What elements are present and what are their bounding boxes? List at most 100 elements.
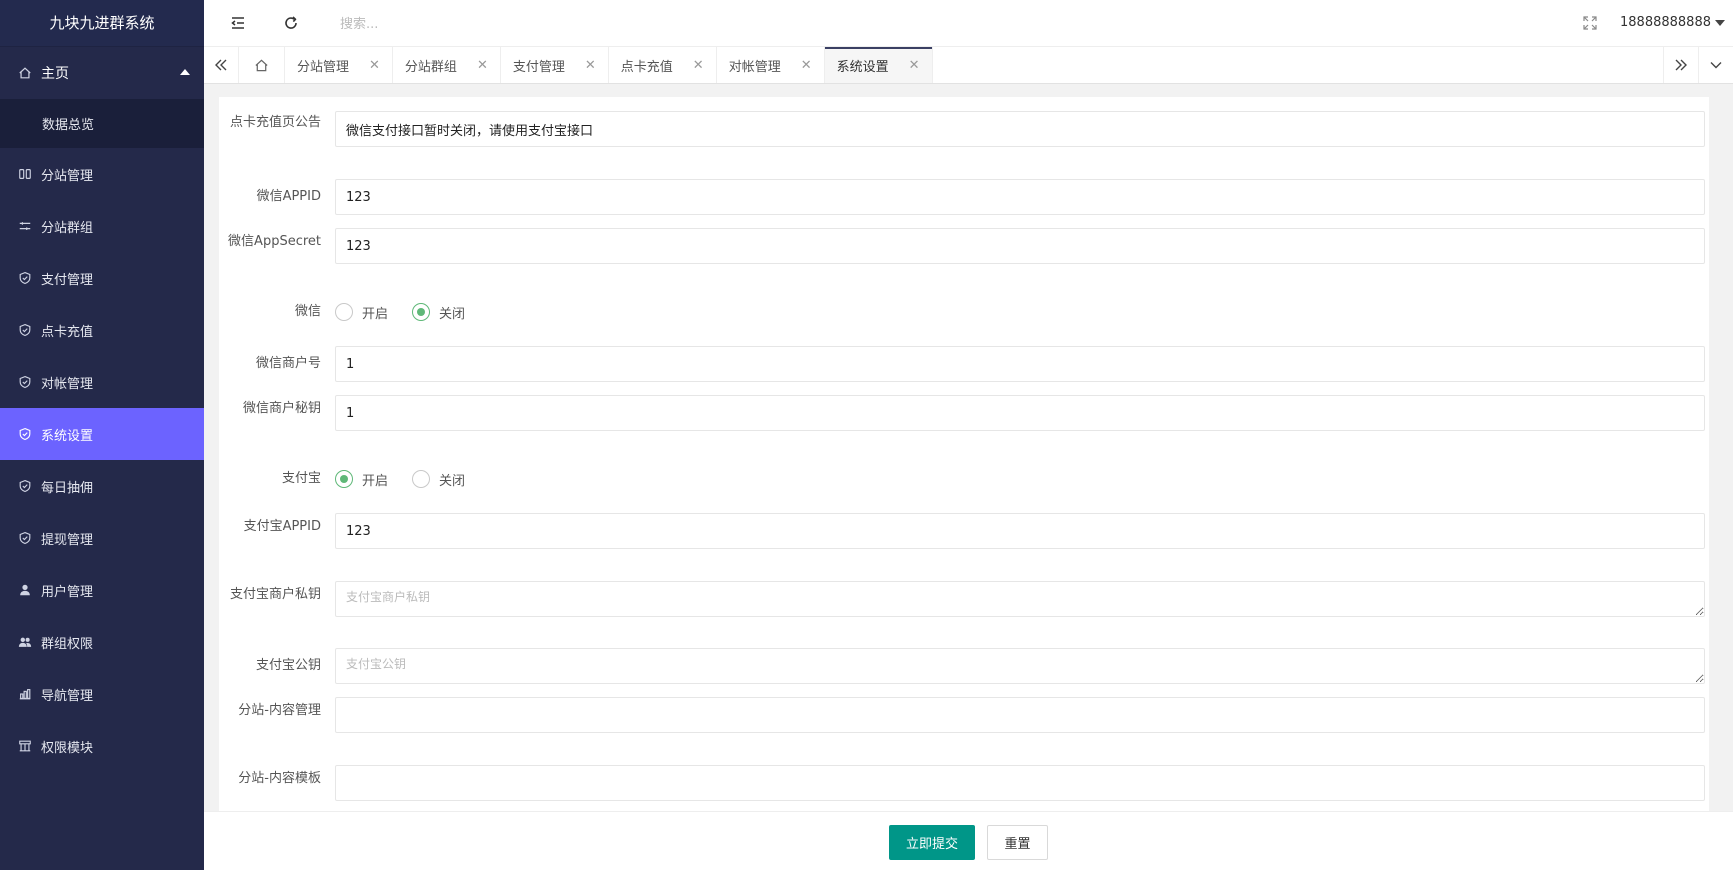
wechat-appid-input[interactable]: [335, 179, 1705, 215]
alipay-radio-on[interactable]: 开启: [335, 470, 388, 489]
field-label: 微信商户号: [255, 356, 321, 371]
shield-check-icon: [18, 323, 32, 337]
sidebar-item-reconciliation[interactable]: 对帐管理: [0, 356, 204, 408]
top-header: 18888888888: [204, 0, 1733, 47]
shield-check-icon: [18, 271, 32, 285]
alipay-public-key-textarea[interactable]: [335, 648, 1705, 684]
wechat-mch-id-input[interactable]: [335, 346, 1705, 382]
radio-label: 开启: [362, 473, 389, 489]
sidebar-item-label: 权限模块: [41, 740, 94, 756]
sidebar-item-label: 分站群组: [41, 220, 94, 236]
tab-label: 对帐管理: [728, 59, 781, 75]
submit-button[interactable]: 立即提交: [889, 825, 975, 860]
chart-icon: [18, 687, 32, 701]
notice-input[interactable]: [335, 111, 1705, 147]
settings-form: 点卡充值页公告 微信APPID 微信AppSecret 微信 开启 关闭 微信商…: [219, 97, 1709, 811]
menu-fold-icon[interactable]: [229, 14, 247, 32]
wechat-appsecret-input[interactable]: [335, 228, 1705, 264]
sidebar-item-label: 主页: [41, 66, 69, 82]
tab-system-settings[interactable]: 系统设置 ✕: [824, 47, 933, 83]
wechat-radio-group: 开启 关闭: [335, 302, 489, 322]
shield-check-icon: [18, 375, 32, 389]
sidebar-item-label: 点卡充值: [41, 324, 94, 340]
users-icon: [18, 635, 32, 649]
sidebar-item-label: 对帐管理: [41, 376, 94, 392]
tab-bar: 分站管理 ✕ 分站群组 ✕ 支付管理 ✕ 点卡充值 ✕ 对帐管理 ✕ 系统设置 …: [204, 47, 1733, 84]
close-icon[interactable]: ✕: [801, 58, 812, 73]
sidebar-item-label: 分站管理: [41, 168, 94, 184]
sidebar-item-label: 导航管理: [41, 688, 94, 704]
sidebar-item-label: 提现管理: [41, 532, 94, 548]
sidebar-item-permission-module[interactable]: 权限模块: [0, 720, 204, 772]
sidebar-item-label: 系统设置: [41, 428, 94, 444]
shield-check-icon: [18, 427, 32, 441]
sidebar-item-group-permission[interactable]: 群组权限: [0, 616, 204, 668]
field-label: 微信商户秘钥: [242, 401, 321, 416]
sidebar-item-card-recharge[interactable]: 点卡充值: [0, 304, 204, 356]
alipay-appid-input[interactable]: [335, 513, 1705, 549]
sidebar-item-home[interactable]: 主页: [0, 47, 204, 99]
tab-label: 支付管理: [512, 59, 565, 75]
tabs-menu-chevron-down-icon[interactable]: [1698, 47, 1733, 83]
reset-button[interactable]: 重置: [987, 825, 1048, 860]
search-input[interactable]: [340, 14, 640, 34]
close-icon[interactable]: ✕: [369, 58, 380, 73]
caret-up-icon[interactable]: [180, 69, 190, 75]
sidebar-item-substation-group[interactable]: 分站群组: [0, 200, 204, 252]
tab-payment[interactable]: 支付管理 ✕: [501, 47, 609, 83]
close-icon[interactable]: ✕: [585, 58, 596, 73]
tab-substation-manage[interactable]: 分站管理 ✕: [285, 47, 393, 83]
tabs-scroll-left-icon[interactable]: [204, 47, 239, 83]
field-label: 微信AppSecret: [228, 234, 321, 249]
shield-check-icon: [18, 531, 32, 545]
tab-card-recharge[interactable]: 点卡充值 ✕: [609, 47, 717, 83]
sidebar-item-withdrawal[interactable]: 提现管理: [0, 512, 204, 564]
sidebar-item-substation-manage[interactable]: 分站管理: [0, 148, 204, 200]
sidebar-item-label: 支付管理: [41, 272, 94, 288]
tab-label: 分站管理: [297, 59, 350, 75]
field-label: 支付宝公钥: [255, 658, 321, 673]
modules-icon: [18, 739, 32, 753]
tab-label: 系统设置: [836, 59, 889, 75]
tab-reconciliation[interactable]: 对帐管理 ✕: [717, 47, 825, 83]
content-template-input[interactable]: [335, 765, 1705, 801]
close-icon[interactable]: ✕: [477, 58, 488, 73]
sidebar-item-payment[interactable]: 支付管理: [0, 252, 204, 304]
tab-substation-group[interactable]: 分站群组 ✕: [393, 47, 501, 83]
sidebar-item-label: 群组权限: [41, 636, 94, 652]
shield-check-icon: [18, 479, 32, 493]
field-label: 支付宝APPID: [243, 519, 321, 534]
radio-circle: [412, 303, 431, 321]
refresh-icon[interactable]: [282, 14, 300, 32]
app-logo: 九块九进群系统: [0, 0, 204, 47]
username: 18888888888: [1620, 15, 1711, 30]
alipay-private-key-textarea[interactable]: [335, 581, 1705, 617]
close-icon[interactable]: ✕: [909, 58, 920, 73]
sidebar-item-label: 每日抽佣: [41, 480, 94, 496]
fullscreen-icon[interactable]: [1581, 14, 1599, 32]
radio-label: 关闭: [439, 306, 466, 322]
field-label: 微信APPID: [256, 189, 321, 204]
sidebar-item-nav-manage[interactable]: 导航管理: [0, 668, 204, 720]
radio-label: 关闭: [439, 473, 466, 489]
tab-home[interactable]: [239, 47, 285, 83]
alipay-radio-off[interactable]: 关闭: [412, 470, 465, 489]
tab-label: 点卡充值: [620, 59, 673, 75]
wechat-radio-off[interactable]: 关闭: [412, 303, 465, 322]
sidebar-item-daily-commission[interactable]: 每日抽佣: [0, 460, 204, 512]
sidebar-sub-item-dashboard[interactable]: 数据总览: [0, 99, 204, 148]
sidebar: 九块九进群系统 主页 数据总览 分站管理 分站群组 支付管理 点卡充值 对帐管理…: [0, 0, 204, 870]
field-label: 分站-内容管理: [238, 703, 321, 718]
user-menu[interactable]: 18888888888: [1620, 15, 1725, 30]
wechat-radio-on[interactable]: 开启: [335, 303, 388, 322]
tab-label: 分站群组: [404, 59, 457, 75]
sidebar-item-system-settings[interactable]: 系统设置: [0, 408, 204, 460]
field-label: 点卡充值页公告: [229, 115, 321, 130]
close-icon[interactable]: ✕: [693, 58, 704, 73]
sidebar-item-user-manage[interactable]: 用户管理: [0, 564, 204, 616]
wechat-mch-key-input[interactable]: [335, 395, 1705, 431]
home-icon: [18, 66, 32, 80]
field-label: 支付宝商户私钥: [229, 587, 321, 602]
content-manage-input[interactable]: [335, 697, 1705, 733]
tabs-scroll-right-icon[interactable]: [1663, 47, 1698, 83]
